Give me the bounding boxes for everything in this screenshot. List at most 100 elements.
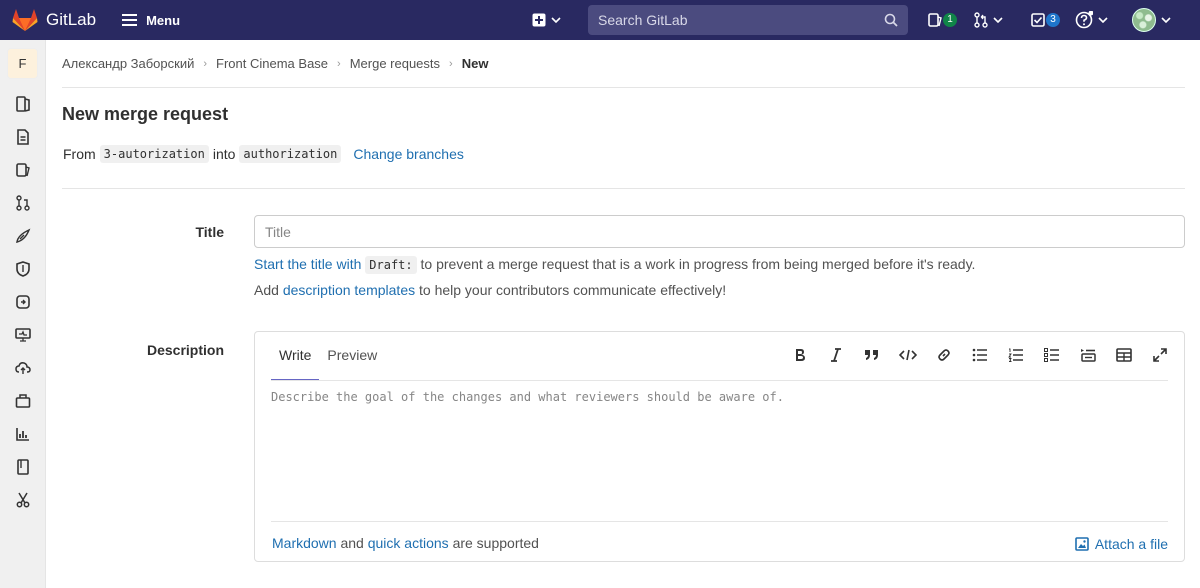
quote-icon bbox=[865, 350, 878, 360]
chevron-right-icon: › bbox=[203, 57, 208, 70]
numbered-list-icon bbox=[1008, 348, 1023, 362]
italic-icon bbox=[831, 348, 841, 362]
table-button[interactable] bbox=[1114, 345, 1134, 365]
search-box[interactable] bbox=[588, 5, 908, 35]
chevron-down-icon bbox=[993, 17, 1003, 23]
and-text: and bbox=[340, 535, 364, 551]
top-navbar: GitLab Menu 1 bbox=[0, 0, 1200, 40]
task-list-icon bbox=[1044, 348, 1059, 362]
deployments-icon bbox=[16, 295, 30, 309]
help-button[interactable] bbox=[1075, 8, 1108, 32]
sidebar-item-merge-requests[interactable] bbox=[13, 193, 33, 213]
branch-info: From 3-autorization into authorization C… bbox=[63, 145, 464, 163]
hamburger-icon bbox=[122, 14, 138, 26]
editor-tabs: Write Preview bbox=[271, 332, 393, 382]
bullet-list-icon bbox=[972, 348, 987, 362]
sidebar-item-packages[interactable] bbox=[13, 391, 33, 411]
avatar bbox=[1132, 8, 1156, 32]
link-button[interactable] bbox=[934, 345, 954, 365]
merge-request-icon bbox=[974, 12, 988, 28]
description-editor: Write Preview Describe the goal of the c… bbox=[254, 331, 1185, 562]
description-templates-link[interactable]: description templates bbox=[283, 282, 415, 298]
cloud-icon bbox=[15, 362, 31, 374]
code-icon bbox=[899, 349, 917, 361]
sidebar-item-ci-cd[interactable] bbox=[13, 226, 33, 246]
into-label: into bbox=[212, 146, 236, 162]
title-input[interactable] bbox=[254, 215, 1185, 248]
scissors-icon bbox=[16, 492, 30, 508]
collapsible-section-button[interactable] bbox=[1078, 345, 1098, 365]
bold-button[interactable] bbox=[790, 345, 810, 365]
project-overview-icon bbox=[16, 96, 30, 112]
chart-icon bbox=[16, 428, 29, 441]
sidebar-item-infrastructure[interactable] bbox=[13, 358, 33, 378]
sidebar-item-repository[interactable] bbox=[13, 127, 33, 147]
attach-file-button[interactable]: Attach a file bbox=[1075, 536, 1168, 552]
sidebar-item-project-overview[interactable] bbox=[13, 94, 33, 114]
help-question-icon bbox=[1075, 11, 1093, 29]
shield-icon bbox=[16, 261, 30, 277]
quote-button[interactable] bbox=[862, 345, 882, 365]
repository-icon bbox=[17, 129, 29, 145]
sidebar-item-wiki[interactable] bbox=[13, 457, 33, 477]
code-button[interactable] bbox=[898, 345, 918, 365]
table-icon bbox=[1116, 348, 1132, 362]
attach-file-label: Attach a file bbox=[1094, 536, 1168, 552]
package-icon bbox=[15, 394, 31, 408]
templates-hint: Add description templates to help your c… bbox=[254, 282, 726, 298]
tab-preview[interactable]: Preview bbox=[327, 332, 377, 381]
divider bbox=[62, 188, 1185, 189]
search-icon bbox=[884, 13, 898, 27]
markdown-support-note: Markdown and quick actions are supported bbox=[272, 535, 539, 551]
project-avatar[interactable]: F bbox=[7, 48, 38, 79]
sidebar-item-snippets[interactable] bbox=[13, 490, 33, 510]
todos-button[interactable]: 3 bbox=[1031, 8, 1060, 32]
chevron-down-icon bbox=[1098, 17, 1108, 23]
gitlab-home-link[interactable]: GitLab bbox=[12, 8, 96, 32]
italic-button[interactable] bbox=[826, 345, 846, 365]
issues-count-badge: 1 bbox=[943, 13, 957, 27]
breadcrumb-current[interactable]: New bbox=[462, 56, 489, 71]
merge-requests-icon bbox=[16, 195, 30, 211]
search-input[interactable] bbox=[598, 12, 884, 28]
fullscreen-button[interactable] bbox=[1150, 345, 1170, 365]
chevron-right-icon: › bbox=[337, 57, 341, 70]
issues-icon bbox=[928, 13, 942, 27]
bullet-list-button[interactable] bbox=[970, 345, 990, 365]
breadcrumb-user[interactable]: Александр Заборский bbox=[62, 56, 194, 71]
sidebar-item-security[interactable] bbox=[13, 259, 33, 279]
merge-requests-button[interactable] bbox=[974, 8, 1003, 32]
numbered-list-button[interactable] bbox=[1006, 345, 1026, 365]
markdown-link[interactable]: Markdown bbox=[272, 535, 337, 551]
task-list-button[interactable] bbox=[1042, 345, 1062, 365]
image-icon bbox=[1075, 537, 1089, 551]
menu-button[interactable]: Menu bbox=[122, 6, 180, 34]
sidebar-item-issues[interactable] bbox=[13, 160, 33, 180]
user-menu-button[interactable] bbox=[1132, 8, 1171, 32]
description-textarea[interactable] bbox=[271, 390, 1168, 510]
draft-hint-link[interactable]: Start the title with bbox=[254, 256, 361, 272]
editor-footer-divider bbox=[271, 521, 1168, 522]
sidebar-item-monitor[interactable] bbox=[13, 325, 33, 345]
draft-hint-text: to prevent a merge request that is a wor… bbox=[420, 256, 976, 272]
todos-count-badge: 3 bbox=[1046, 13, 1060, 27]
templates-suffix: to help your contributors communicate ef… bbox=[419, 282, 727, 298]
issues-button[interactable]: 1 bbox=[928, 8, 957, 32]
description-label: Description bbox=[146, 342, 224, 358]
breadcrumb: Александр Заборский › Front Cinema Base … bbox=[62, 40, 1185, 88]
quick-actions-link[interactable]: quick actions bbox=[368, 535, 449, 551]
change-branches-link[interactable]: Change branches bbox=[353, 146, 464, 162]
chevron-down-icon bbox=[551, 17, 561, 23]
project-sidebar: F bbox=[0, 40, 46, 588]
draft-code: Draft: bbox=[365, 256, 417, 274]
breadcrumb-merge-requests[interactable]: Merge requests bbox=[350, 56, 440, 71]
create-new-button[interactable] bbox=[532, 10, 561, 30]
sidebar-item-deployments[interactable] bbox=[13, 292, 33, 312]
chevron-right-icon: › bbox=[449, 57, 453, 70]
breadcrumb-project[interactable]: Front Cinema Base bbox=[216, 56, 328, 71]
menu-label: Menu bbox=[146, 12, 181, 28]
details-block-icon bbox=[1081, 349, 1096, 362]
tab-write[interactable]: Write bbox=[271, 332, 320, 381]
todo-checkbox-icon bbox=[1031, 13, 1045, 27]
sidebar-item-analytics[interactable] bbox=[13, 424, 33, 444]
